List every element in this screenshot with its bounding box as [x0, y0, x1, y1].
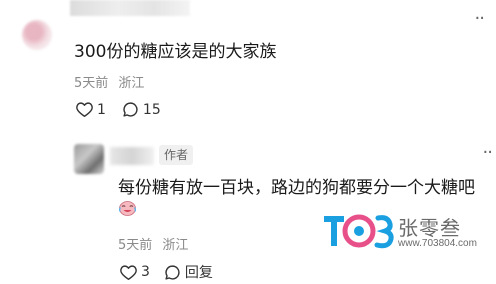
reply-actions: 3 回复 — [120, 262, 213, 282]
author-badge: 作者 — [159, 145, 194, 165]
like-button[interactable]: 3 — [120, 264, 150, 280]
reply-text: 每份糖有放一百块，路边的狗都要分一个大糖吧 — [118, 178, 475, 198]
more-options-icon[interactable]: ·· — [483, 144, 494, 162]
comment-time: 5天前 — [74, 76, 109, 91]
comment-text: 300份的糖应该是的大家族 — [74, 42, 277, 62]
crying-laughing-emoji-icon — [118, 200, 137, 216]
like-count: 3 — [141, 264, 150, 280]
heart-icon — [76, 102, 93, 117]
reply-count-button[interactable]: 15 — [122, 101, 161, 118]
comment-bubble-icon — [164, 264, 181, 281]
watermark-url: www.703804.com — [398, 238, 477, 249]
comment-actions: 1 15 — [76, 101, 161, 118]
like-button[interactable]: 1 — [76, 102, 106, 118]
reply-meta: 5天前 浙江 — [118, 234, 188, 253]
watermark: 张零叁 www.703804.com — [322, 210, 482, 252]
like-count: 1 — [97, 101, 106, 118]
blurred-username-reply — [110, 147, 154, 165]
comment-meta: 5天前 浙江 — [74, 72, 144, 91]
reply-avatar[interactable] — [74, 144, 104, 174]
comment-location: 浙江 — [118, 76, 145, 91]
comment-bubble-icon — [122, 101, 139, 118]
reply-button[interactable]: 回复 — [164, 262, 213, 282]
avatar[interactable] — [22, 20, 52, 50]
reply-count: 15 — [142, 101, 161, 118]
reply-location: 浙江 — [162, 238, 189, 253]
heart-icon — [120, 264, 137, 280]
more-options-icon[interactable]: ·· — [475, 10, 486, 28]
watermark-logo-icon — [322, 210, 394, 252]
reply-time: 5天前 — [118, 238, 153, 253]
watermark-name: 张零叁 — [398, 216, 461, 240]
blurred-username-top — [70, 0, 190, 16]
reply-label: 回复 — [184, 265, 213, 281]
